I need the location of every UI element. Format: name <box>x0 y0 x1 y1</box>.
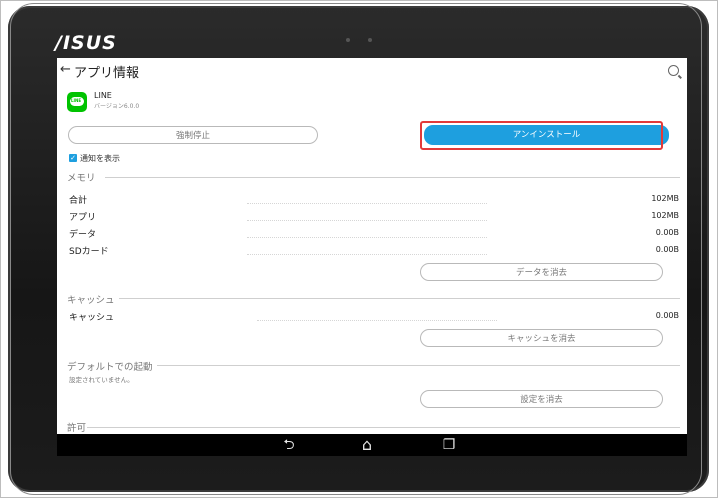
row-leader <box>247 254 487 255</box>
search-icon[interactable] <box>668 65 679 76</box>
row-leader <box>247 220 487 221</box>
navigation-bar: ⮌ ⌂ ❐ <box>57 434 687 456</box>
memory-data-value: 0.00B <box>655 228 679 237</box>
force-stop-button[interactable]: 強制停止 <box>68 126 318 144</box>
brand-logo: /ISUS <box>55 32 117 54</box>
permissions-divider <box>87 427 680 428</box>
line-app-icon: LINE <box>67 92 87 112</box>
defaults-divider <box>157 365 680 366</box>
uninstall-highlight-box <box>420 121 663 150</box>
memory-section-header: メモリ <box>67 173 96 184</box>
line-logo-text: LINE <box>71 98 82 103</box>
memory-data-label: データ <box>69 230 97 240</box>
show-notifications-checkbox[interactable]: ✓ <box>69 154 77 162</box>
memory-sdcard-value: 0.00B <box>655 245 679 254</box>
memory-sdcard-label: SDカード <box>69 247 109 257</box>
page-title: アプリ情報 <box>74 66 140 81</box>
cache-value: 0.00B <box>655 311 679 320</box>
cache-label: キャッシュ <box>69 313 115 323</box>
defaults-note: 設定されていません。 <box>69 376 134 384</box>
memory-total-label: 合計 <box>69 196 88 206</box>
clear-cache-button[interactable]: キャッシュを消去 <box>420 329 663 347</box>
row-leader <box>257 320 497 321</box>
camera-dot <box>346 38 350 42</box>
clear-data-button[interactable]: データを消去 <box>420 263 663 281</box>
memory-divider <box>105 177 680 178</box>
app-name: LINE <box>94 91 112 100</box>
memory-app-label: アプリ <box>69 213 97 223</box>
back-arrow-icon[interactable]: ← <box>60 62 71 77</box>
cache-divider <box>119 298 680 299</box>
app-info-screen: ← アプリ情報 LINE LINE バージョン6.0.0 強制停止 アンインスト… <box>57 58 687 436</box>
home-icon[interactable]: ⌂ <box>359 437 375 453</box>
memory-app-value: 102MB <box>651 211 679 220</box>
clear-defaults-button[interactable]: 設定を消去 <box>420 390 663 408</box>
recents-icon[interactable]: ❐ <box>441 437 457 453</box>
memory-total-value: 102MB <box>651 194 679 203</box>
app-bar: ← アプリ情報 <box>57 58 687 84</box>
back-icon[interactable]: ⮌ <box>281 437 297 453</box>
show-notifications-label: 通知を表示 <box>80 154 120 163</box>
row-leader <box>247 203 487 204</box>
permissions-section-header: 許可 <box>67 423 87 434</box>
cache-section-header: キャッシュ <box>67 295 115 306</box>
defaults-section-header: デフォルトでの起動 <box>67 362 153 373</box>
row-leader <box>247 237 487 238</box>
sensor-dot <box>368 38 372 42</box>
app-version: バージョン6.0.0 <box>94 103 140 110</box>
